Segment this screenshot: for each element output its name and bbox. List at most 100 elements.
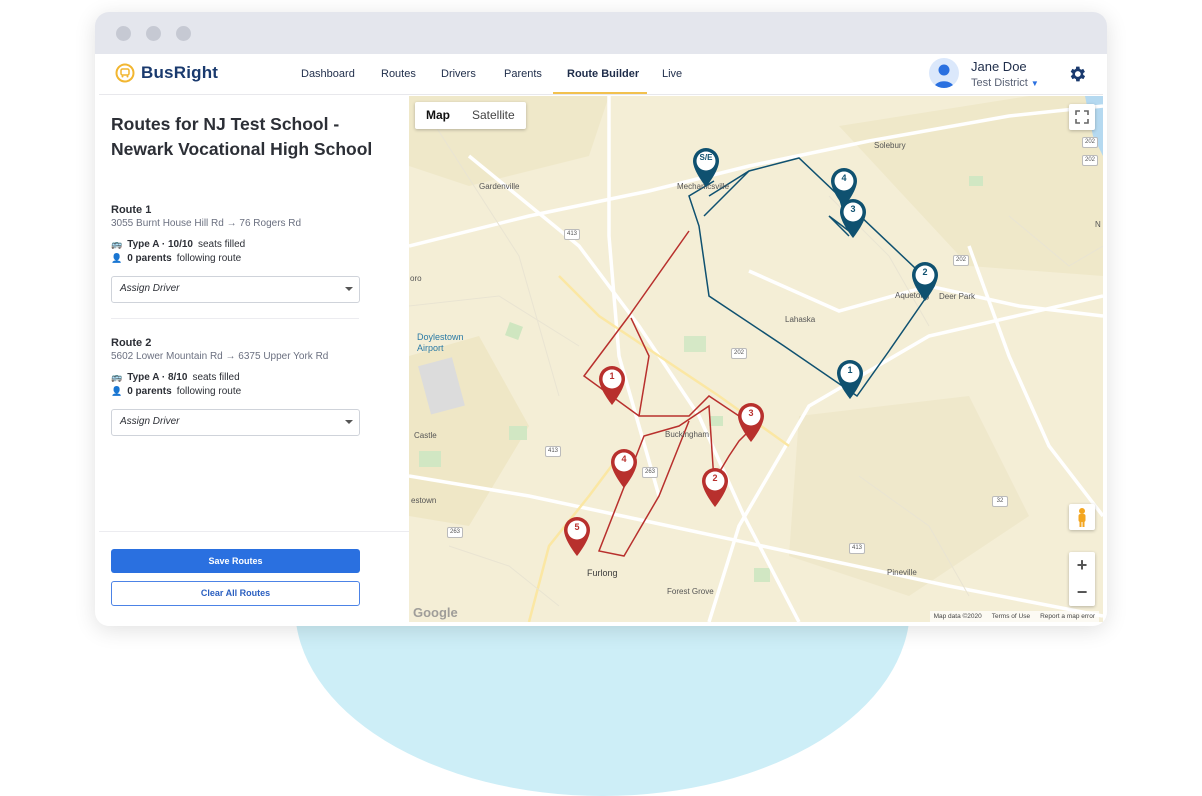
parents-suffix: following route bbox=[176, 386, 242, 397]
chevron-down-icon: ▼ bbox=[1030, 79, 1039, 88]
zoom-controls: + − bbox=[1069, 552, 1095, 606]
pin-label: 3 bbox=[748, 408, 754, 418]
report-error-link[interactable]: Report a map error bbox=[1040, 613, 1095, 620]
stop-pin-route-2[interactable]: 5 bbox=[561, 515, 593, 557]
stop-pin-route-2[interactable]: 4 bbox=[608, 447, 640, 489]
nav-route-builder[interactable]: Route Builder bbox=[567, 68, 639, 80]
zoom-in-button[interactable]: + bbox=[1069, 552, 1095, 579]
route-parents: 👤 0 parents following route bbox=[111, 386, 359, 397]
place-label: Pineville bbox=[887, 568, 917, 577]
caret-down-icon bbox=[345, 420, 353, 424]
bus-type: Type A · 8/10 bbox=[127, 372, 188, 383]
street-view-pegman[interactable] bbox=[1069, 504, 1095, 530]
window-dot-close[interactable] bbox=[116, 26, 131, 41]
pin-label: 5 bbox=[574, 522, 580, 532]
assign-driver-select-1[interactable]: Assign Driver bbox=[111, 276, 360, 303]
route-name: Route 2 bbox=[111, 337, 152, 349]
parents-suffix: following route bbox=[176, 253, 242, 264]
route-card-1: Route 1 3055 Burnt House Hill Rd → 76 Ro… bbox=[111, 204, 359, 264]
stop-pin-route-1[interactable]: 1 bbox=[834, 358, 866, 400]
map-data-credit: Map data ©2020 bbox=[933, 613, 982, 620]
seats-suffix: seats filled bbox=[192, 372, 240, 383]
nav-dashboard[interactable]: Dashboard bbox=[301, 68, 355, 80]
nav-active-indicator bbox=[553, 92, 647, 94]
place-label: Lahaska bbox=[785, 315, 816, 324]
page-title: Routes for NJ Test School - Newark Vocat… bbox=[111, 114, 373, 159]
nav-routes[interactable]: Routes bbox=[381, 68, 416, 80]
user-avatar-icon bbox=[934, 64, 954, 88]
user-district: Test District ▼ bbox=[971, 77, 1039, 89]
window-dot-maximize[interactable] bbox=[176, 26, 191, 41]
terms-link[interactable]: Terms of Use bbox=[992, 613, 1030, 620]
place-label: Castle bbox=[414, 431, 437, 440]
route-shield: 202 bbox=[1082, 137, 1098, 148]
pegman-icon bbox=[1078, 508, 1086, 527]
caret-down-icon bbox=[345, 287, 353, 291]
bus-type: Type A · 10/10 bbox=[127, 239, 193, 250]
nav-live[interactable]: Live bbox=[662, 68, 682, 80]
place-label: oro bbox=[410, 274, 422, 283]
parents-count: 0 parents bbox=[127, 386, 172, 397]
divider bbox=[111, 318, 359, 319]
fullscreen-icon bbox=[1075, 110, 1089, 124]
bus-icon: 🚌 bbox=[111, 239, 123, 249]
route-shield: 202 bbox=[731, 348, 747, 359]
save-routes-button[interactable]: Save Routes bbox=[111, 549, 360, 573]
gear-icon[interactable] bbox=[1067, 64, 1087, 89]
stop-pin-route-2[interactable]: 2 bbox=[699, 466, 731, 508]
place-label: Doylestown Airport bbox=[417, 332, 464, 353]
bus-logo-icon bbox=[115, 63, 135, 83]
window-titlebar bbox=[95, 12, 1107, 54]
route-card-2: Route 2 5602 Lower Mountain Rd → 6375 Up… bbox=[111, 337, 359, 397]
map-type-toggle: Map Satellite bbox=[415, 102, 526, 129]
pin-label: 2 bbox=[922, 267, 928, 277]
route-name: Route 1 bbox=[111, 204, 152, 216]
route-shield: 413 bbox=[564, 229, 580, 240]
place-label: estown bbox=[411, 496, 437, 505]
window-dot-minimize[interactable] bbox=[146, 26, 161, 41]
zoom-out-button[interactable]: − bbox=[1069, 579, 1095, 606]
assign-driver-select-2[interactable]: Assign Driver bbox=[111, 409, 360, 436]
pin-label: 4 bbox=[621, 454, 627, 464]
nav-drivers[interactable]: Drivers bbox=[441, 68, 476, 80]
person-icon: 👤 bbox=[111, 386, 123, 396]
place-label: Forest Grove bbox=[667, 587, 714, 596]
pin-label: 2 bbox=[712, 473, 718, 483]
map-attribution: Map data ©2020 Terms of Use Report a map… bbox=[929, 611, 1099, 622]
bus-icon: 🚌 bbox=[111, 372, 123, 382]
seats-suffix: seats filled bbox=[198, 239, 246, 250]
select-placeholder: Assign Driver bbox=[120, 416, 180, 427]
route-shield: 413 bbox=[545, 446, 561, 457]
tab-satellite[interactable]: Satellite bbox=[461, 102, 526, 129]
map-canvas bbox=[409, 96, 1103, 622]
route-map[interactable]: Solebury Gardenville Mechanicsville Aque… bbox=[409, 96, 1103, 622]
place-label: Gardenville bbox=[479, 182, 520, 191]
app-logo[interactable]: BusRight bbox=[115, 63, 218, 83]
stop-pin-route-1[interactable]: S/E bbox=[690, 146, 722, 188]
pin-label: 3 bbox=[850, 204, 856, 214]
nav-parents[interactable]: Parents bbox=[504, 68, 542, 80]
stop-pin-route-1[interactable]: 2 bbox=[909, 260, 941, 302]
place-label: Solebury bbox=[874, 141, 906, 150]
place-label: Deer Park bbox=[939, 292, 976, 301]
stop-pin-route-2[interactable]: 3 bbox=[735, 401, 767, 443]
route-parents: 👤 0 parents following route bbox=[111, 253, 359, 264]
clear-all-routes-button[interactable]: Clear All Routes bbox=[111, 581, 360, 606]
route-shield: 413 bbox=[849, 543, 865, 554]
user-district-label: Test District bbox=[971, 77, 1028, 89]
top-nav: BusRight Dashboard Routes Drivers Parent… bbox=[99, 54, 1103, 95]
sidebar-footer: Save Routes Clear All Routes bbox=[99, 531, 409, 626]
tab-map[interactable]: Map bbox=[415, 102, 461, 129]
pin-label: 4 bbox=[841, 173, 847, 183]
route-shield: 202 bbox=[953, 255, 969, 266]
app-name: BusRight bbox=[141, 63, 219, 82]
stop-pin-route-2[interactable]: 1 bbox=[596, 364, 628, 406]
stop-pin-route-1[interactable]: 3 bbox=[837, 197, 869, 239]
user-name: Jane Doe bbox=[971, 59, 1027, 74]
route-capacity: 🚌 Type A · 10/10 seats filled bbox=[111, 239, 359, 250]
routes-sidebar: Routes for NJ Test School - Newark Vocat… bbox=[99, 96, 409, 626]
place-label: N bbox=[1095, 220, 1101, 229]
route-shield: 202 bbox=[1082, 155, 1098, 166]
fullscreen-button[interactable] bbox=[1069, 104, 1095, 130]
route-address: 5602 Lower Mountain Rd → 6375 Upper York… bbox=[111, 351, 329, 362]
